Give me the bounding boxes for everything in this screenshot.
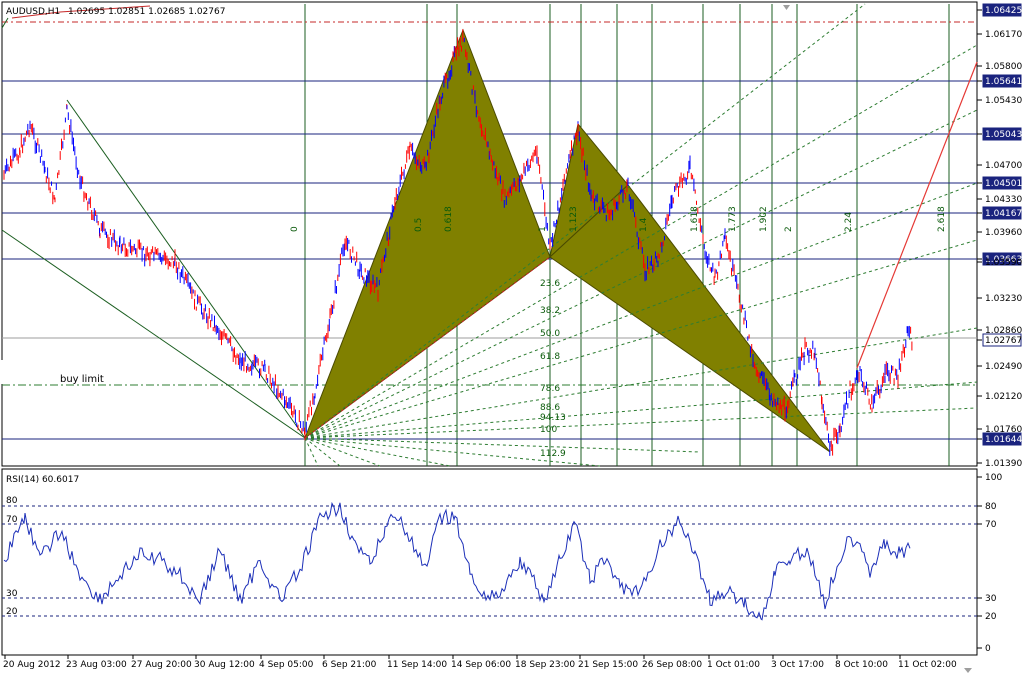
fib-fan-label: 38.2 <box>540 306 560 316</box>
price-label: 1.05430 <box>985 96 1022 106</box>
rsi-label: RSI(14) 60.6017 <box>6 475 79 485</box>
price-label: 1.03230 <box>985 294 1022 304</box>
fib-fan-label: 88.6 <box>540 403 560 413</box>
rsi-level-80-left: 80 <box>6 496 18 506</box>
price-label: 1.02490 <box>985 362 1022 372</box>
fib-time-label: 1.123 <box>569 206 579 232</box>
price-label: 1.01644 <box>985 435 1022 445</box>
price-label: 1.02767 <box>985 336 1022 346</box>
time-label: 4 Sep 05:00 <box>259 660 314 670</box>
ohlc-label: 1.02695 1.02851 1.02685 1.02767 <box>68 7 225 17</box>
time-axis[interactable]: 20 Aug 2012 23 Aug 03:00 27 Aug 20:00 30 Au… <box>3 655 957 670</box>
buy-limit-label-box <box>0 360 58 384</box>
time-label: 26 Sep 08:00 <box>642 660 702 670</box>
rsi-axis-label: 100 <box>985 473 1002 483</box>
rsi-subwindow-frame[interactable] <box>1 468 978 656</box>
rsi-axis-label: 20 <box>985 612 997 622</box>
fib-time-label: 0.618 <box>444 206 454 232</box>
time-label: 1 Oct 01:00 <box>707 660 760 670</box>
price-label: 1.03960 <box>985 228 1022 238</box>
fib-time-label: 2 <box>784 226 794 232</box>
symbol-label: AUDUSD,H1 <box>6 7 60 17</box>
time-label: 6 Sep 21:00 <box>322 660 377 670</box>
time-label: 27 Aug 20:00 <box>131 660 192 670</box>
fib-fan-label: 61.8 <box>540 352 560 362</box>
rsi-axis-label: 70 <box>985 520 997 530</box>
fib-time-label: 0 <box>290 226 300 232</box>
rsi-level-20-left: 20 <box>6 607 18 617</box>
time-label: 18 Sep 23:00 <box>515 660 575 670</box>
fib-time-label: 1 <box>538 226 548 232</box>
time-label: 8 Oct 10:00 <box>835 660 888 670</box>
time-label: 11 Sep 14:00 <box>387 660 447 670</box>
chart-canvas[interactable]: 0 0.5 0.618 1 1.123 1.4 1.618 1.773 1.902 2 2.24 2.… <box>0 0 1022 676</box>
price-label: 1.04167 <box>985 209 1022 219</box>
fib-fan-label: 100 <box>540 425 557 435</box>
rsi-level-30-left: 30 <box>6 589 18 599</box>
fib-time-label: 2.24 <box>844 212 854 232</box>
time-label: 23 Aug 03:00 <box>66 660 127 670</box>
fib-time-label: 1.618 <box>690 206 700 232</box>
price-label: 1.05043 <box>985 130 1022 140</box>
time-label: 14 Sep 06:00 <box>451 660 511 670</box>
buy-limit-label[interactable]: buy limit <box>60 374 104 385</box>
price-label: 1.04330 <box>985 195 1022 205</box>
time-label: 20 Aug 2012 <box>3 660 61 670</box>
price-label: 1.01390 <box>985 459 1022 469</box>
fib-fan-label: 112.9 <box>540 449 566 459</box>
price-label: 1.05800 <box>985 62 1022 72</box>
price-label: 1.04700 <box>985 161 1022 171</box>
fib-time-label: 1.773 <box>728 206 738 232</box>
price-label: 1.04501 <box>985 179 1022 189</box>
price-label: 1.06425 <box>985 6 1022 16</box>
fib-fan-label: 78.6 <box>540 384 560 394</box>
fib-time-label: 2.618 <box>937 206 947 232</box>
rsi-level-70-left: 70 <box>6 515 18 525</box>
price-label: 1.06170 <box>985 30 1022 40</box>
price-label: 1.03590 <box>985 258 1022 268</box>
shift-marker-icon[interactable] <box>964 668 972 673</box>
rsi-axis-label: 0 <box>985 644 991 654</box>
price-label: 1.05641 <box>985 77 1022 87</box>
time-label: 11 Oct 02:00 <box>898 660 957 670</box>
fib-time-label: 1.902 <box>759 206 769 232</box>
fib-fan-label: 23.6 <box>540 279 560 289</box>
fib-time-label: 0.5 <box>414 218 424 232</box>
rsi-axis: 100 80 70 30 20 0 <box>977 473 1002 654</box>
fib-fan-label: 50.0 <box>540 329 560 339</box>
rsi-axis-label: 80 <box>985 502 997 512</box>
time-label: 21 Sep 15:00 <box>578 660 638 670</box>
fib-time-label: 1.4 <box>639 217 649 232</box>
price-label: 1.02120 <box>985 392 1022 402</box>
time-label: 30 Aug 12:00 <box>194 660 255 670</box>
fib-fan-label: 94.13 <box>540 413 566 423</box>
price-axis[interactable]: 1.06425 1.06170 1.05800 1.05641 1.05430 1.050… <box>977 3 1022 469</box>
rsi-axis-label: 30 <box>985 594 997 604</box>
time-label: 3 Oct 17:00 <box>771 660 824 670</box>
